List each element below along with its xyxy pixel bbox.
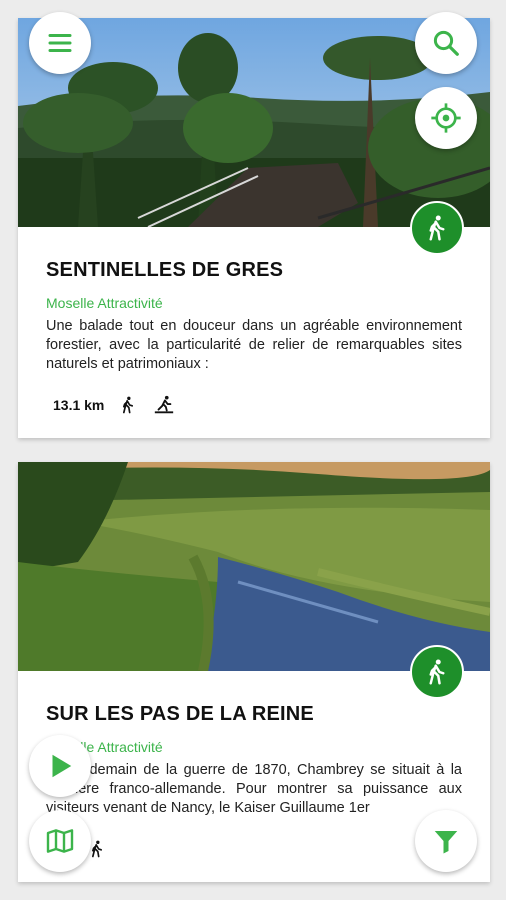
menu-button[interactable] — [29, 12, 91, 74]
snowshoe-icon — [155, 395, 174, 414]
filter-icon — [434, 831, 458, 854]
map-button[interactable] — [29, 810, 91, 872]
activity-badge — [410, 201, 464, 255]
trail-description: Au lendemain de la guerre de 1870, Chamb… — [46, 762, 462, 816]
trail-description: Une balade tout en douceur dans un agréa… — [46, 318, 462, 372]
activity-badge — [410, 645, 464, 699]
hiking-icon — [123, 396, 134, 414]
river-meadow-photo — [18, 462, 490, 671]
search-icon — [433, 30, 459, 56]
crosshair-icon — [431, 103, 461, 133]
play-icon — [52, 754, 72, 778]
trail-photo-river — [18, 462, 490, 671]
hiker-icon — [429, 659, 445, 685]
trail-title: SENTINELLES DE GRES — [46, 259, 284, 281]
trail-card[interactable]: SUR LES PAS DE LA REINE Moselle Attracti… — [18, 462, 490, 882]
search-button[interactable] — [415, 12, 477, 74]
play-button[interactable] — [29, 735, 91, 797]
trail-organization: Moselle Attractivité — [46, 739, 163, 755]
trail-meta: km — [46, 838, 462, 860]
trail-organization: Moselle Attractivité — [46, 295, 163, 311]
trail-title: SUR LES PAS DE LA REINE — [46, 703, 314, 725]
trail-card[interactable]: SENTINELLES DE GRES Moselle Attractivité… — [18, 18, 490, 438]
trail-distance: 13.1 km — [53, 397, 105, 413]
map-icon — [46, 829, 74, 853]
locate-button[interactable] — [415, 87, 477, 149]
trail-meta: 13.1 km — [46, 394, 462, 416]
menu-icon — [48, 34, 72, 52]
hiker-icon — [429, 215, 445, 241]
filter-button[interactable] — [415, 810, 477, 872]
